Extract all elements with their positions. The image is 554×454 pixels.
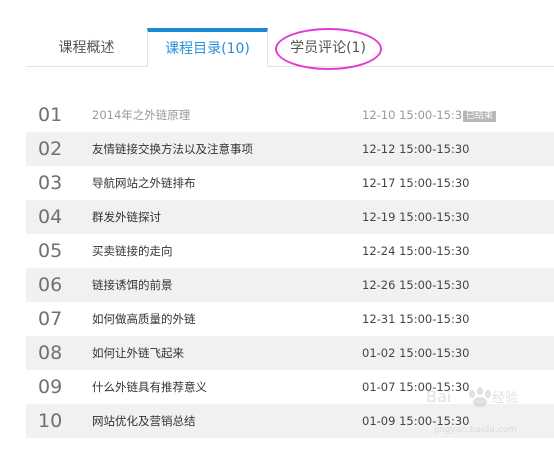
lesson-number: 09 bbox=[38, 376, 63, 398]
lesson-number: 02 bbox=[38, 138, 63, 160]
list-item[interactable]: 05 买卖链接的走向 12-24 15:00-15:30 bbox=[26, 234, 554, 268]
tab-overview[interactable]: 课程概述 bbox=[26, 28, 147, 66]
lesson-time: 12-10 15:00-15:30 bbox=[362, 108, 470, 122]
lesson-title[interactable]: 导航网站之外链排布 bbox=[92, 166, 196, 200]
lesson-title[interactable]: 2014年之外链原理 bbox=[92, 98, 190, 132]
course-tabs: 课程概述 课程目录(10) 学员评论(1) bbox=[26, 28, 554, 67]
tab-reviews[interactable]: 学员评论(1) bbox=[268, 28, 388, 66]
lesson-title[interactable]: 网站优化及营销总结 bbox=[92, 404, 196, 438]
lesson-title[interactable]: 如何做高质量的外链 bbox=[92, 302, 196, 336]
baidu-watermark-logo: Bai 经验 jingyan.baidu.com bbox=[426, 387, 518, 435]
svg-text:经验: 经验 bbox=[492, 390, 518, 406]
list-item[interactable]: 06 链接诱饵的前景 12-26 15:00-15:30 bbox=[26, 268, 554, 302]
lesson-title[interactable]: 链接诱饵的前景 bbox=[92, 268, 173, 302]
lesson-time: 12-19 15:00-15:30 bbox=[362, 210, 470, 224]
lesson-title[interactable]: 群发外链探讨 bbox=[92, 200, 161, 234]
lesson-title[interactable]: 如何让外链飞起来 bbox=[92, 336, 184, 370]
lesson-number: 01 bbox=[38, 104, 63, 126]
tab-catalog[interactable]: 课程目录(10) bbox=[147, 28, 268, 67]
lesson-time: 01-02 15:00-15:30 bbox=[362, 346, 470, 360]
list-item[interactable]: 02 友情链接交换方法以及注意事项 12-12 15:00-15:30 bbox=[26, 132, 554, 166]
status-badge: 已结束 bbox=[463, 111, 497, 122]
lesson-number: 10 bbox=[38, 410, 63, 432]
lesson-number: 08 bbox=[38, 342, 63, 364]
lesson-title[interactable]: 什么外链具有推荐意义 bbox=[92, 370, 207, 404]
svg-text:jingyan.baidu.com: jingyan.baidu.com bbox=[433, 425, 517, 435]
lesson-time: 12-24 15:00-15:30 bbox=[362, 244, 470, 258]
lesson-time: 12-12 15:00-15:30 bbox=[362, 142, 470, 156]
lesson-time: 12-26 15:00-15:30 bbox=[362, 278, 470, 292]
lesson-number: 07 bbox=[38, 308, 63, 330]
list-item[interactable]: 07 如何做高质量的外链 12-31 15:00-15:30 bbox=[26, 302, 554, 336]
list-item[interactable]: 01 2014年之外链原理 12-10 15:00-15:30 已结束 bbox=[26, 98, 554, 132]
lesson-time: 12-31 15:00-15:30 bbox=[362, 312, 470, 326]
lesson-number: 05 bbox=[38, 240, 63, 262]
lesson-time: 12-17 15:00-15:30 bbox=[362, 176, 470, 190]
list-item[interactable]: 03 导航网站之外链排布 12-17 15:00-15:30 bbox=[26, 166, 554, 200]
lesson-number: 04 bbox=[38, 206, 63, 228]
lesson-number: 03 bbox=[38, 172, 63, 194]
lesson-title[interactable]: 友情链接交换方法以及注意事项 bbox=[92, 132, 253, 166]
lesson-title[interactable]: 买卖链接的走向 bbox=[92, 234, 173, 268]
list-item[interactable]: 08 如何让外链飞起来 01-02 15:00-15:30 bbox=[26, 336, 554, 370]
list-item[interactable]: 04 群发外链探讨 12-19 15:00-15:30 bbox=[26, 200, 554, 234]
svg-text:Bai: Bai bbox=[426, 387, 451, 406]
lesson-number: 06 bbox=[38, 274, 63, 296]
